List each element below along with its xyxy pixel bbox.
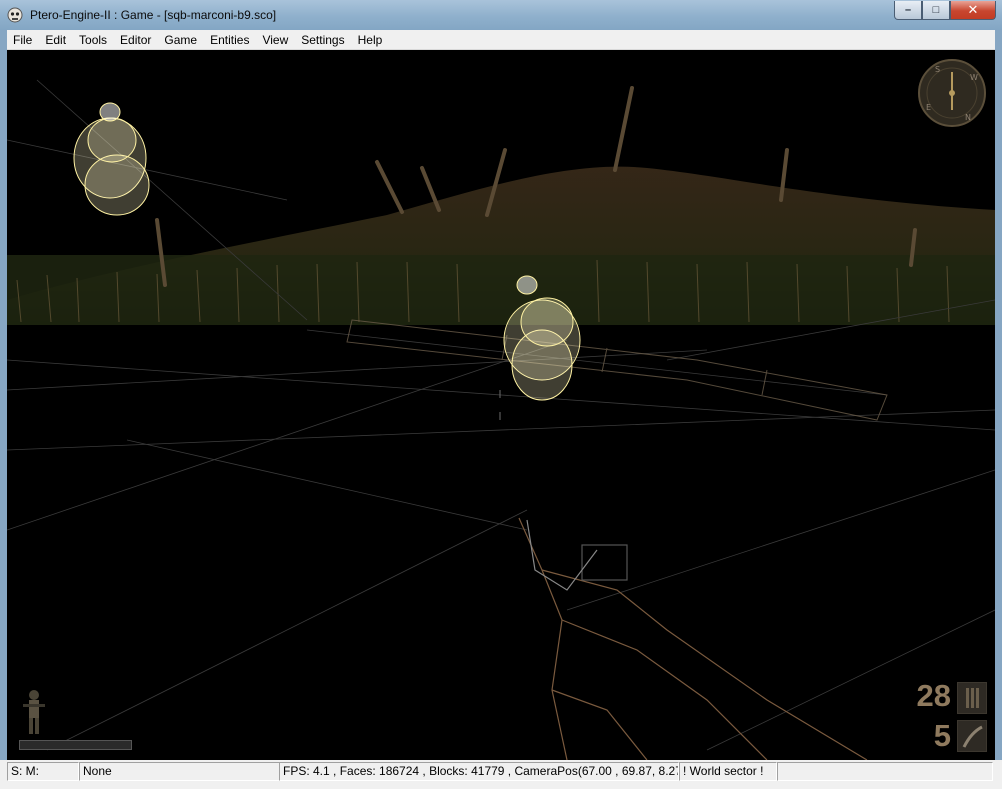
- svg-text:W: W: [970, 73, 978, 82]
- app-icon: [7, 7, 23, 23]
- game-viewport[interactable]: S W E N 28 5: [7, 50, 995, 760]
- soldier-icon: [23, 690, 45, 734]
- close-button[interactable]: ✕: [950, 1, 996, 20]
- title-bar[interactable]: Ptero-Engine-II : Game - [sqb-marconi-b9…: [0, 0, 1002, 30]
- menu-help[interactable]: Help: [352, 33, 390, 47]
- grass-band: [7, 255, 995, 325]
- ammo-count: 28: [916, 678, 951, 713]
- window-frame-right: [995, 30, 1002, 789]
- window-frame-left: [0, 30, 7, 789]
- menu-tools[interactable]: Tools: [73, 33, 114, 47]
- status-selection: None: [79, 762, 280, 781]
- status-sm: S: M:: [7, 762, 79, 781]
- menu-file[interactable]: File: [7, 33, 39, 47]
- player-weapon: [518, 517, 868, 760]
- menu-view[interactable]: View: [256, 33, 295, 47]
- maximize-button[interactable]: □: [922, 1, 950, 20]
- minimize-button[interactable]: –: [894, 1, 922, 20]
- menu-editor[interactable]: Editor: [114, 33, 158, 47]
- svg-text:E: E: [926, 103, 931, 112]
- ground-wireframe: [7, 79, 995, 751]
- menu-edit[interactable]: Edit: [39, 33, 73, 47]
- wireframe-log: [346, 319, 888, 421]
- menu-entities[interactable]: Entities: [204, 33, 256, 47]
- menu-game[interactable]: Game: [158, 33, 204, 47]
- grenade-count: 5: [933, 718, 951, 753]
- status-bar: S: M: None FPS: 4.1 , Faces: 186724 , Bl…: [0, 760, 1002, 789]
- grenade-icon: [957, 720, 987, 752]
- svg-text:S: S: [935, 65, 940, 74]
- status-empty: [777, 762, 993, 781]
- ghost-character-left: [73, 102, 150, 216]
- status-sector: ! World sector !: [679, 762, 777, 781]
- menu-settings[interactable]: Settings: [295, 33, 351, 47]
- health-bar: [19, 740, 132, 750]
- status-stats: FPS: 4.1 , Faces: 186724 , Blocks: 41779…: [279, 762, 679, 781]
- svg-text:N: N: [965, 113, 971, 122]
- wireframe-scene: [7, 79, 995, 760]
- window-controls: – □ ✕: [894, 1, 996, 21]
- window-title: Ptero-Engine-II : Game - [sqb-marconi-b9…: [30, 8, 277, 22]
- bullets-icon: [957, 682, 987, 714]
- menu-bar: File Edit Tools Editor Game Entities Vie…: [7, 30, 995, 50]
- compass-icon: S W E N: [918, 59, 986, 127]
